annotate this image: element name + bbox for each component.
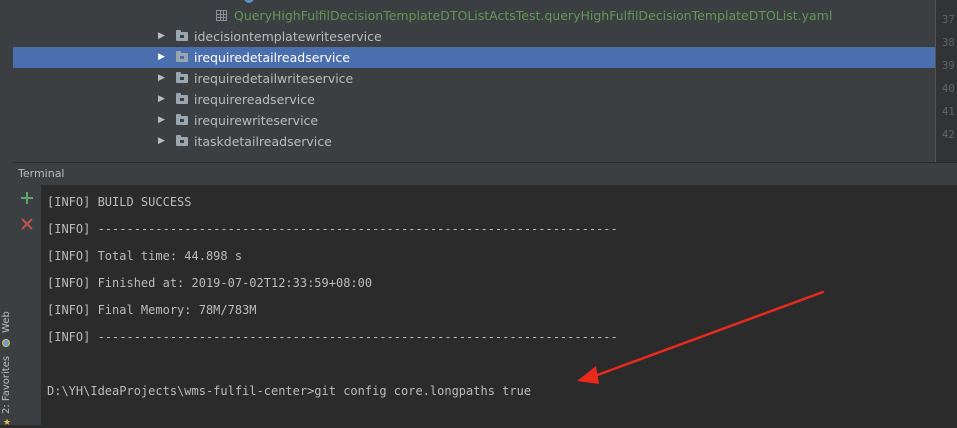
terminal-prompt-line: D:\YH\IdeaProjects\wms-fulfil-center>git… <box>47 384 532 398</box>
left-tool-strip: Web 2: Favorites ★ <box>0 0 14 428</box>
terminal-line: [INFO] BUILD SUCCESS <box>47 195 192 209</box>
tree-folder-row[interactable]: ▶ idecisiontemplatewriteservice <box>13 26 935 47</box>
terminal-toolbar <box>13 185 42 425</box>
expand-arrow-icon[interactable]: ▶ <box>158 47 165 68</box>
line-number: 37 <box>942 14 955 26</box>
yaml-file-icon <box>216 10 227 21</box>
terminal-line: [INFO] Final Memory: 78M/783M <box>47 303 257 317</box>
expand-arrow-icon[interactable]: ▶ <box>158 89 165 110</box>
expand-arrow-icon[interactable]: ▶ <box>158 26 165 47</box>
folder-label: irequirereadservice <box>194 92 315 107</box>
terminal-output[interactable]: [INFO] BUILD SUCCESS [INFO] -------------… <box>42 185 957 425</box>
tree-folder-row[interactable]: ▶ irequiredetailwriteservice <box>13 68 935 89</box>
project-tree-panel: QueryHighFulfilDecisionTemplateDTOListAc… <box>13 0 935 162</box>
test-file-icon <box>244 0 254 3</box>
line-number: 38 <box>942 37 955 49</box>
terminal-line: [INFO] ---------------------------------… <box>47 330 618 344</box>
folder-icon <box>176 72 188 83</box>
tree-folder-row[interactable]: ▶ irequiredetailreadservice <box>13 47 935 68</box>
line-number: 41 <box>942 106 955 118</box>
favorites-tool-tab[interactable]: 2: Favorites ★ <box>0 355 13 428</box>
folder-label: itaskdetailreadservice <box>194 134 332 149</box>
favorites-star-icon: ★ <box>3 418 12 428</box>
expand-arrow-icon[interactable]: ▶ <box>158 68 165 89</box>
file-item-label: QueryHighFulfilDecisionTemplateDTOListAc… <box>234 8 833 23</box>
web-tool-tab[interactable]: Web <box>0 305 13 349</box>
folder-icon <box>176 93 188 104</box>
web-tab-label: Web <box>1 311 12 333</box>
terminal-line: [INFO] Total time: 44.898 s <box>47 249 243 263</box>
terminal-title: Terminal <box>18 167 65 180</box>
tree-folder-row[interactable]: ▶ irequirewriteservice <box>13 110 935 131</box>
tree-folder-row[interactable]: ▶ irequirereadservice <box>13 89 935 110</box>
tree-folder-row[interactable]: ▶ itaskdetailreadservice <box>13 131 935 152</box>
folder-icon <box>176 30 188 41</box>
add-terminal-icon[interactable] <box>20 191 34 205</box>
line-number: 42 <box>942 129 955 141</box>
expand-arrow-icon[interactable]: ▶ <box>158 131 165 152</box>
favorites-tab-label: 2: Favorites <box>1 355 12 414</box>
folder-icon <box>176 135 188 146</box>
close-terminal-icon[interactable] <box>20 217 34 231</box>
editor-gutter: 37 38 39 40 41 42 <box>935 0 957 162</box>
line-number: 40 <box>942 83 955 95</box>
folder-label: irequiredetailwriteservice <box>194 71 354 86</box>
web-icon <box>2 339 10 347</box>
folder-label: irequirewriteservice <box>194 113 319 128</box>
folder-label: irequiredetailreadservice <box>194 50 350 65</box>
folder-label: idecisiontemplatewriteservice <box>194 29 382 44</box>
folder-icon <box>176 114 188 125</box>
tree-file-item[interactable]: QueryHighFulfilDecisionTemplateDTOListAc… <box>13 5 935 26</box>
folder-icon <box>176 51 188 62</box>
terminal-header: Terminal <box>13 162 957 185</box>
expand-arrow-icon[interactable]: ▶ <box>158 110 165 131</box>
terminal-line: [INFO] Finished at: 2019-07-02T12:33:59+… <box>47 276 373 290</box>
terminal-line: [INFO] ---------------------------------… <box>47 222 618 236</box>
line-number: 39 <box>942 60 955 72</box>
